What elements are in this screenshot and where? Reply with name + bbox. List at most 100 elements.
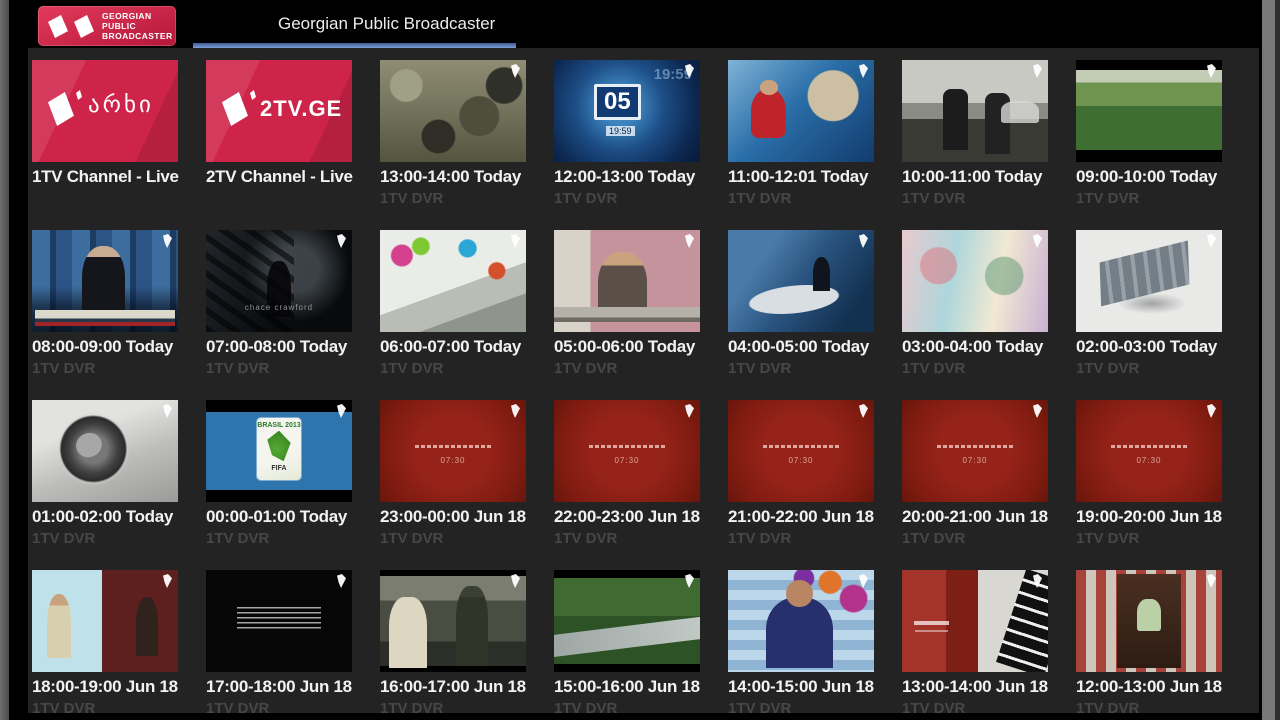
program-tile[interactable]: 14:00-15:00 Jun 18 1TV DVR	[728, 570, 874, 713]
credits-caption: chace crawford	[206, 303, 352, 312]
offair-time: 07:30	[1076, 456, 1222, 465]
program-tile[interactable]: 07:30 22:00-23:00 Jun 18 1TV DVR	[554, 400, 700, 546]
program-source: 1TV DVR	[902, 360, 1048, 377]
program-tile[interactable]: 01:00-02:00 Today 1TV DVR	[32, 400, 178, 546]
gpb-corner-logo-icon	[163, 404, 172, 418]
program-tile[interactable]: 07:30 19:00-20:00 Jun 18 1TV DVR	[1076, 400, 1222, 546]
gpb-corner-logo-icon	[337, 234, 346, 248]
program-title: 12:00-13:00 Today	[554, 167, 700, 187]
program-title: 16:00-17:00 Jun 18	[380, 677, 526, 697]
program-source: 1TV DVR	[554, 360, 700, 377]
tab-label: Georgian Public Broadcaster	[278, 14, 495, 34]
gpb-corner-logo-icon	[511, 404, 520, 418]
program-source: 1TV DVR	[902, 700, 1048, 713]
program-title: 05:00-06:00 Today	[554, 337, 700, 357]
program-thumbnail	[380, 230, 526, 332]
program-source: 1TV DVR	[902, 190, 1048, 207]
program-thumbnail	[1076, 570, 1222, 672]
program-source: 1TV DVR	[32, 700, 178, 713]
program-tile[interactable]: 08:00-09:00 Today 1TV DVR	[32, 230, 178, 376]
program-tile[interactable]: 2TV.GE 2TV Channel - Live	[206, 60, 352, 206]
program-tile[interactable]: 10:00-11:00 Today 1TV DVR	[902, 60, 1048, 206]
tab-georgian-public-broadcaster[interactable]: Georgian Public Broadcaster	[193, 0, 516, 48]
program-source: 1TV DVR	[380, 360, 526, 377]
program-title: 20:00-21:00 Jun 18	[902, 507, 1048, 527]
clock-countdown: 05	[594, 84, 641, 120]
program-tile[interactable]: 13:00-14:00 Jun 18 1TV DVR	[902, 570, 1048, 713]
offair-time: 07:30	[902, 456, 1048, 465]
gpb-corner-logo-icon	[511, 234, 520, 248]
program-title: 23:00-00:00 Jun 18	[380, 507, 526, 527]
program-tile[interactable]: 02:00-03:00 Today 1TV DVR	[1076, 230, 1222, 376]
program-source: 1TV DVR	[1076, 700, 1222, 713]
program-source: 1TV DVR	[728, 700, 874, 713]
fifa-brasil-label: BRASIL 2013	[257, 422, 301, 430]
program-title: 15:00-16:00 Jun 18	[554, 677, 700, 697]
program-thumbnail	[380, 60, 526, 162]
program-source: 1TV DVR	[380, 190, 526, 207]
gpb-corner-logo-icon	[1033, 574, 1042, 588]
gpb-corner-logo-icon	[685, 574, 694, 588]
program-thumbnail	[554, 570, 700, 672]
program-source: 1TV DVR	[902, 530, 1048, 547]
program-thumbnail	[902, 60, 1048, 162]
content-area: არხი 1TV Channel - Live 2TV.GE 2TV Chann…	[28, 48, 1259, 713]
program-title: 13:00-14:00 Today	[380, 167, 526, 187]
program-source: 1TV DVR	[32, 360, 178, 377]
program-tile[interactable]: 09:00-10:00 Today 1TV DVR	[1076, 60, 1222, 206]
program-tile[interactable]: 05:00-06:00 Today 1TV DVR	[554, 230, 700, 376]
program-tile[interactable]: 04:00-05:00 Today 1TV DVR	[728, 230, 874, 376]
program-title: 01:00-02:00 Today	[32, 507, 178, 527]
program-title: 07:00-08:00 Today	[206, 337, 352, 357]
action-bar: GEORGIAN PUBLIC BROADCASTER Georgian Pub…	[9, 0, 1262, 48]
gpb-2tv-mark-icon	[74, 15, 94, 38]
program-tile[interactable]: chace crawford 07:00-08:00 Today 1TV DVR	[206, 230, 352, 376]
program-tile[interactable]: 18:00-19:00 Jun 18 1TV DVR	[32, 570, 178, 713]
app-logo-text: GEORGIAN PUBLIC BROADCASTER	[102, 11, 173, 41]
program-tile[interactable]: 19:590519:59 12:00-13:00 Today 1TV DVR	[554, 60, 700, 206]
program-thumbnail	[902, 230, 1048, 332]
program-title: 21:00-22:00 Jun 18	[728, 507, 874, 527]
gpb-corner-logo-icon	[859, 64, 868, 78]
program-thumbnail: 07:30	[554, 400, 700, 502]
gpb-corner-logo-icon	[511, 64, 520, 78]
program-tile[interactable]: 12:00-13:00 Jun 18 1TV DVR	[1076, 570, 1222, 713]
program-source: 1TV DVR	[1076, 360, 1222, 377]
gpb-corner-logo-icon	[1207, 404, 1216, 418]
program-thumbnail	[902, 570, 1048, 672]
program-source: 1TV DVR	[1076, 190, 1222, 207]
program-source: 1TV DVR	[728, 360, 874, 377]
program-source: 1TV DVR	[380, 530, 526, 547]
program-thumbnail	[380, 570, 526, 672]
gpb-corner-logo-icon	[685, 404, 694, 418]
screen-bezel-right	[1262, 0, 1280, 720]
program-tile[interactable]: 06:00-07:00 Today 1TV DVR	[380, 230, 526, 376]
program-tile[interactable]: 11:00-12:01 Today 1TV DVR	[728, 60, 874, 206]
program-tile[interactable]: 16:00-17:00 Jun 18 1TV DVR	[380, 570, 526, 713]
program-tile[interactable]: 15:00-16:00 Jun 18 1TV DVR	[554, 570, 700, 713]
program-title: 09:00-10:00 Today	[1076, 167, 1222, 187]
program-tile[interactable]: არხი 1TV Channel - Live	[32, 60, 178, 206]
gpb-corner-logo-icon	[1033, 64, 1042, 78]
program-tile[interactable]: 07:30 21:00-22:00 Jun 18 1TV DVR	[728, 400, 874, 546]
program-thumbnail: 07:30	[1076, 400, 1222, 502]
program-thumbnail: 07:30	[902, 400, 1048, 502]
program-source: 1TV DVR	[206, 700, 352, 713]
app-screen: GEORGIAN PUBLIC BROADCASTER Georgian Pub…	[0, 0, 1280, 720]
program-tile[interactable]: BRASIL 2013FIFA 00:00-01:00 Today 1TV DV…	[206, 400, 352, 546]
gpb-corner-logo-icon	[1207, 234, 1216, 248]
program-tile[interactable]: 03:00-04:00 Today 1TV DVR	[902, 230, 1048, 376]
gpb-corner-logo-icon	[1207, 574, 1216, 588]
program-title: 12:00-13:00 Jun 18	[1076, 677, 1222, 697]
program-title: 19:00-20:00 Jun 18	[1076, 507, 1222, 527]
channel-2-wordmark: 2TV.GE	[260, 96, 342, 122]
program-thumbnail	[32, 230, 178, 332]
program-thumbnail: არხი	[32, 60, 178, 162]
program-tile[interactable]: 07:30 20:00-21:00 Jun 18 1TV DVR	[902, 400, 1048, 546]
program-thumbnail	[728, 570, 874, 672]
program-tile[interactable]: 07:30 23:00-00:00 Jun 18 1TV DVR	[380, 400, 526, 546]
program-tile[interactable]: 13:00-14:00 Today 1TV DVR	[380, 60, 526, 206]
program-tile[interactable]: 17:00-18:00 Jun 18 1TV DVR	[206, 570, 352, 713]
gpb-1tv-mark-icon	[48, 15, 68, 38]
program-source: 1TV DVR	[554, 700, 700, 713]
